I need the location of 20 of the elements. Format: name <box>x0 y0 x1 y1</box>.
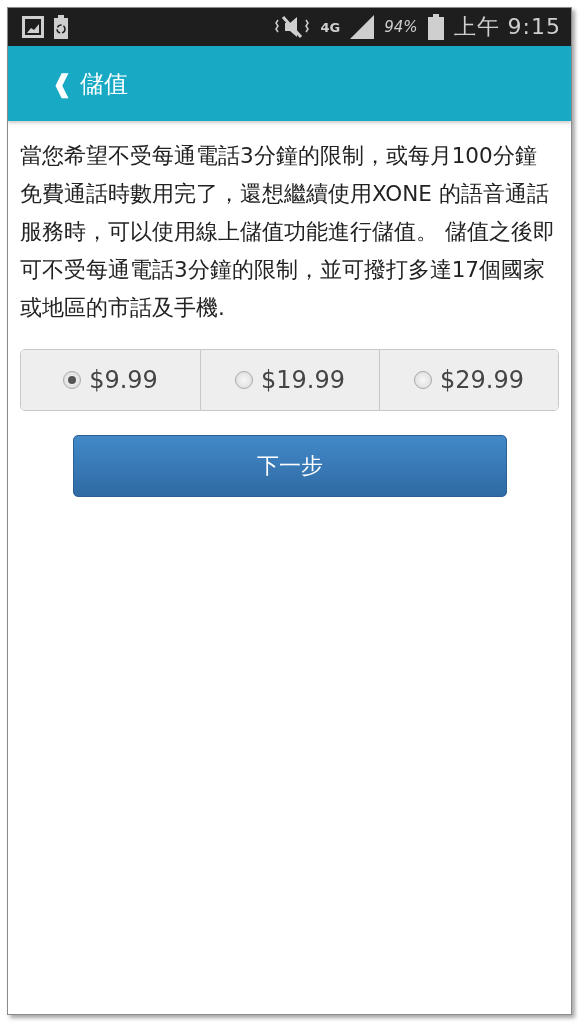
image-icon <box>22 16 44 38</box>
price-label: $9.99 <box>89 366 158 394</box>
price-option[interactable]: $29.99 <box>379 350 558 410</box>
battery-recycle-icon <box>54 15 68 39</box>
network-type: 4G <box>320 20 341 34</box>
price-option[interactable]: $9.99 <box>21 350 200 410</box>
radio-button[interactable] <box>63 371 82 389</box>
price-label: $29.99 <box>440 366 524 394</box>
radio-button[interactable] <box>235 371 253 389</box>
battery-icon <box>427 14 444 40</box>
description-text: 當您希望不受每通電話3分鐘的限制，或每月100分鐘免費通話時數用完了，還想繼續使用XONE 的語音通話服務時，可以使用線上儲值功能進行儲值。 儲值之後即可不受每通電話3分鐘的限制，並可撥打多達17個國家或地區的市話及手機. <box>20 142 556 322</box>
radio-button[interactable] <box>414 371 432 389</box>
price-option[interactable]: $19.99 <box>200 350 379 410</box>
battery-percent: 94% <box>384 18 418 36</box>
next-button[interactable]: 下一步 <box>72 435 507 497</box>
vibrate-mute-icon <box>274 15 311 39</box>
page-title: 儲值 <box>80 68 128 100</box>
clock: 上午 9:15 <box>453 13 561 41</box>
price-label: $19.99 <box>261 366 345 394</box>
signal-icon <box>350 15 375 39</box>
